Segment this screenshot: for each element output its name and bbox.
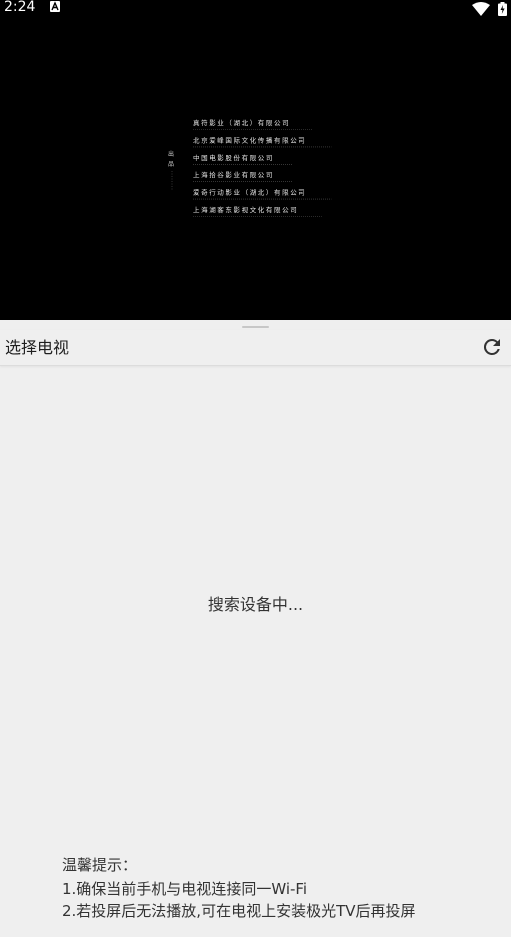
a-notification-icon <box>50 1 60 12</box>
status-time: 2:24 <box>4 0 36 15</box>
tip-item-1: 1.确保当前手机与电视连接同一Wi-Fi <box>62 880 308 898</box>
credit-side-label-2: 品 <box>168 161 174 168</box>
sheet-header: 选择电视 <box>0 330 511 366</box>
credit-line: 中国电影股份有限公司 <box>193 153 274 162</box>
credit-line: 爱奇行动影业（湖北）有限公司 <box>193 188 306 197</box>
tips-title: 温馨提示： <box>62 856 138 874</box>
credits-frame: 出 品 真符影业（湖北）有限公司北京爱峰国际文化传播有限公司中国电影股份有限公司… <box>168 118 332 217</box>
credit-line: 北京爱峰国际文化传播有限公司 <box>193 135 306 144</box>
credit-line: 真符影业（湖北）有限公司 <box>193 118 290 127</box>
credit-line: 上海湖客东影视文化有限公司 <box>193 205 298 214</box>
credit-line: 上海拾谷影业有限公司 <box>193 170 274 179</box>
credit-side-label-1: 出 <box>168 150 174 158</box>
sheet-title: 选择电视 <box>5 338 70 357</box>
status-bar: 2:24 <box>0 0 511 16</box>
sheet-drag-handle[interactable] <box>242 326 269 328</box>
tip-item-2: 2.若投屏后无法播放,可在电视上安装极光TV后再投屏 <box>62 902 416 920</box>
tips-section: 温馨提示： 1.确保当前手机与电视连接同一Wi-Fi 2.若投屏后无法播放,可在… <box>62 853 416 922</box>
searching-status: 搜索设备中... <box>207 595 304 614</box>
video-player[interactable]: 出 品 真符影业（湖北）有限公司北京爱峰国际文化传播有限公司 中国电影股份有限公司… <box>0 16 511 320</box>
refresh-icon[interactable] <box>480 335 504 359</box>
